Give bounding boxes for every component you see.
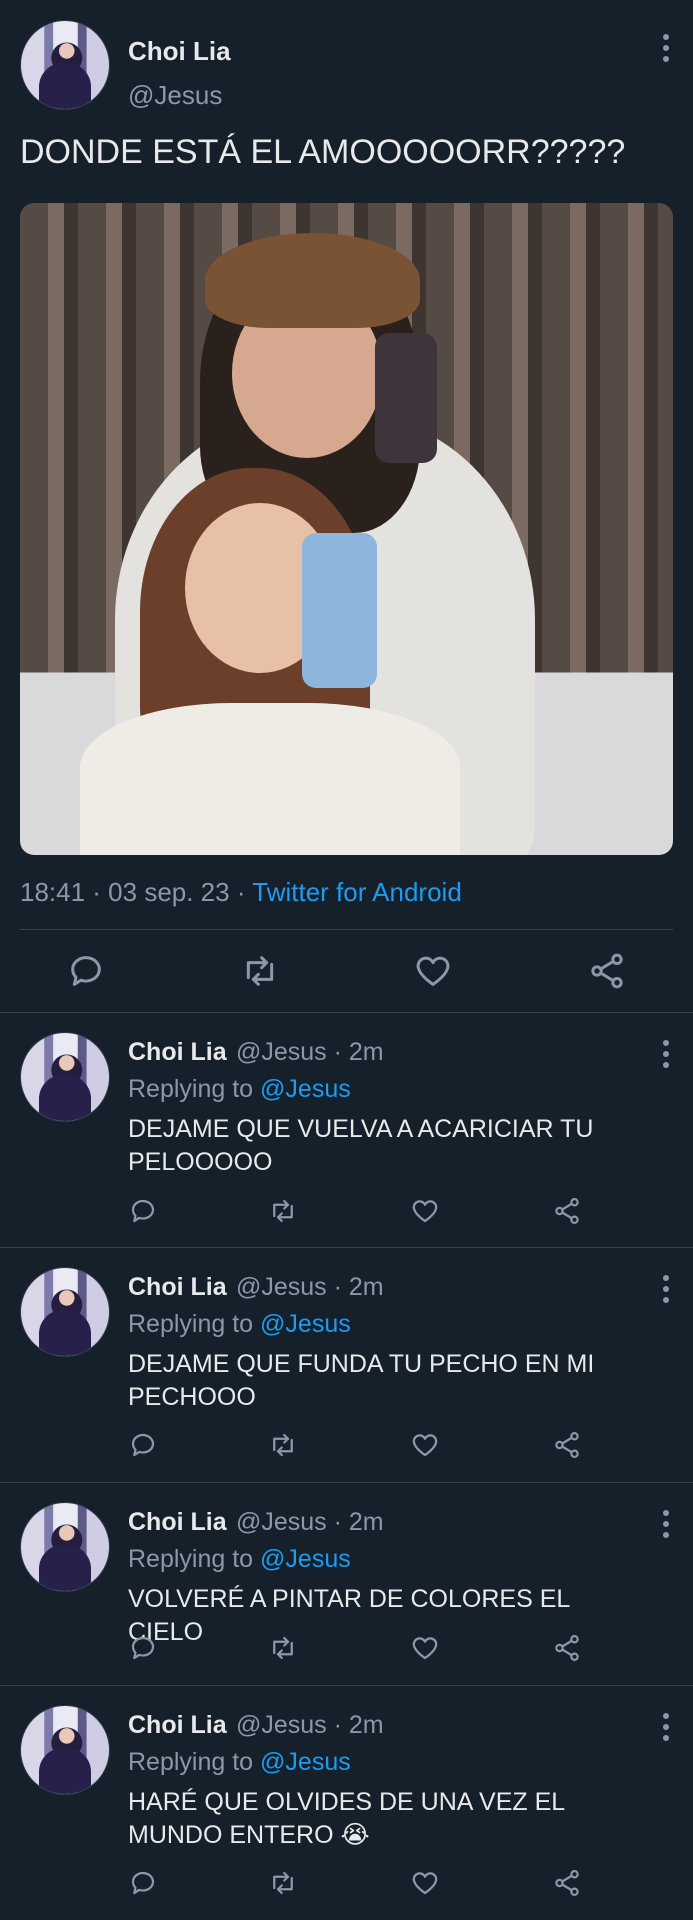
reply-icon[interactable] [66,951,106,991]
reply-icon[interactable] [128,1196,158,1226]
reply-author-name[interactable]: Choi Lia [128,1508,227,1537]
retweet-icon[interactable] [268,1868,298,1898]
tweet-text: DONDE ESTÁ EL AMOOOOORR????? [20,133,626,171]
author-avatar[interactable] [20,20,110,110]
divider [0,1685,693,1686]
reply-text: DEJAME QUE FUNDA TU PECHO EN MI PECHOOO [128,1350,595,1411]
share-icon[interactable] [552,1196,582,1226]
share-icon[interactable] [552,1868,582,1898]
like-icon[interactable] [413,951,453,991]
reply-avatar[interactable] [20,1502,110,1592]
tweet-photo[interactable] [20,203,673,855]
reply-icon[interactable] [128,1868,158,1898]
tweet-meta: 18:41 · 03 sep. 23 · Twitter for Android [20,877,462,908]
like-icon[interactable] [410,1633,440,1663]
reply-handle-time: @Jesus · 2m [236,1508,384,1536]
share-icon[interactable] [552,1430,582,1460]
more-options-icon[interactable] [661,34,671,64]
replying-mention-link[interactable]: @Jesus [260,1545,351,1573]
reply-icon[interactable] [128,1633,158,1663]
share-icon[interactable] [587,951,627,991]
divider [0,1247,693,1248]
reply-avatar[interactable] [20,1267,110,1357]
more-options-icon[interactable] [661,1510,671,1540]
replying-to: Replying to @Jesus [128,1748,351,1776]
reply-author-name[interactable]: Choi Lia [128,1711,227,1740]
reply-handle-time: @Jesus · 2m [236,1711,384,1739]
author-name[interactable]: Choi Lia [128,36,231,67]
reply-text: DEJAME QUE VUELVA A ACARICIAR TU PELOOOO… [128,1115,594,1176]
tweet-thread-page: Choi Lia @Jesus DONDE ESTÁ EL AMOOOOORR?… [0,0,693,1920]
photo-phone-back [375,333,437,463]
reply-text: HARÉ QUE OLVIDES DE UNA VEZ EL MUNDO ENT… [128,1788,565,1849]
photo-sweater [80,703,460,855]
replying-to: Replying to @Jesus [128,1545,351,1573]
replying-to: Replying to @Jesus [128,1310,351,1338]
photo-phone-front [302,533,377,688]
replying-to: Replying to @Jesus [128,1075,351,1103]
replying-mention-link[interactable]: @Jesus [260,1748,351,1776]
reply-icon[interactable] [128,1430,158,1460]
tweet-source-link[interactable]: Twitter for Android [252,877,462,907]
divider [0,1012,693,1013]
share-icon[interactable] [552,1633,582,1663]
reply-author-name[interactable]: Choi Lia [128,1038,227,1067]
retweet-icon[interactable] [240,951,280,991]
divider [20,929,673,930]
retweet-icon[interactable] [268,1633,298,1663]
replying-mention-link[interactable]: @Jesus [260,1075,351,1103]
reply-avatar[interactable] [20,1705,110,1795]
reply-handle-time: @Jesus · 2m [236,1038,384,1066]
more-options-icon[interactable] [661,1713,671,1743]
retweet-icon[interactable] [268,1430,298,1460]
reply-author-name[interactable]: Choi Lia [128,1273,227,1302]
reply-avatar[interactable] [20,1032,110,1122]
like-icon[interactable] [410,1196,440,1226]
divider [0,1482,693,1483]
photo-hat [205,233,420,328]
tweet-time: 18:41 · 03 sep. 23 · [20,877,253,907]
more-options-icon[interactable] [661,1040,671,1070]
author-handle[interactable]: @Jesus [128,80,222,111]
replying-mention-link[interactable]: @Jesus [260,1310,351,1338]
retweet-icon[interactable] [268,1196,298,1226]
like-icon[interactable] [410,1868,440,1898]
more-options-icon[interactable] [661,1275,671,1305]
reply-handle-time: @Jesus · 2m [236,1273,384,1301]
like-icon[interactable] [410,1430,440,1460]
